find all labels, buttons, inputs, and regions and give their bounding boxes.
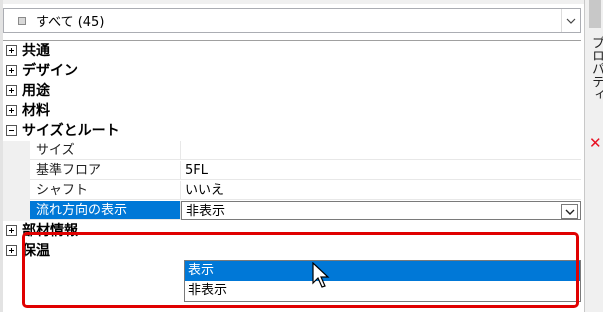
category-label: 共通 bbox=[22, 43, 50, 59]
expand-icon[interactable] bbox=[6, 105, 17, 116]
category-label: デザイン bbox=[22, 63, 78, 79]
category-row-insulation[interactable]: 保温 bbox=[3, 241, 581, 261]
property-name: 流れ方向の表示 bbox=[30, 201, 181, 220]
category-row-design[interactable]: デザイン bbox=[3, 61, 581, 81]
category-row-size-route[interactable]: サイズとルート bbox=[3, 121, 581, 141]
combo-value: 非表示 bbox=[186, 204, 226, 219]
combo-dropdown-button[interactable] bbox=[561, 204, 578, 219]
category-row-member-info[interactable]: 部材情報 bbox=[3, 221, 581, 241]
category-row-usage[interactable]: 用途 bbox=[3, 81, 581, 101]
flow-direction-dropdown-list[interactable]: 表示 非表示 bbox=[184, 260, 581, 302]
category-row-common[interactable]: 共通 bbox=[3, 41, 581, 61]
row-gutter bbox=[3, 181, 30, 201]
panel-pin-bar[interactable] bbox=[589, 0, 601, 28]
properties-side-panel: プロパティ ✕ bbox=[584, 0, 603, 312]
category-row-material[interactable]: 材料 bbox=[3, 101, 581, 121]
dropdown-option-hide[interactable]: 非表示 bbox=[185, 281, 580, 301]
property-row-shaft[interactable]: シャフト いいえ bbox=[3, 181, 581, 201]
filter-text: すべて (45) bbox=[36, 15, 105, 30]
category-label: 部材情報 bbox=[22, 223, 78, 239]
dropdown-option-show[interactable]: 表示 bbox=[185, 261, 580, 281]
property-row-size[interactable]: サイズ bbox=[3, 141, 581, 161]
property-name: 基準フロア bbox=[30, 161, 181, 180]
property-value[interactable] bbox=[181, 141, 581, 160]
row-gutter bbox=[3, 201, 30, 221]
side-panel-title[interactable]: プロパティ bbox=[587, 36, 603, 101]
collapse-icon[interactable] bbox=[6, 125, 17, 136]
filter-dropdown-button[interactable] bbox=[561, 9, 580, 32]
flow-direction-combo[interactable]: 非表示 bbox=[181, 201, 581, 220]
property-name: サイズ bbox=[30, 141, 181, 160]
property-value[interactable]: いいえ bbox=[181, 181, 581, 200]
property-row-base-floor[interactable]: 基準フロア 5FL bbox=[3, 161, 581, 181]
chevron-down-icon bbox=[566, 18, 576, 24]
mouse-cursor-icon bbox=[312, 262, 330, 288]
category-label: 用途 bbox=[22, 83, 50, 99]
category-label: サイズとルート bbox=[22, 123, 120, 139]
row-gutter bbox=[3, 141, 30, 161]
category-filter-combo[interactable]: すべて (45) bbox=[3, 8, 581, 33]
expand-icon[interactable] bbox=[6, 245, 17, 256]
expand-icon[interactable] bbox=[6, 65, 17, 76]
chevron-down-icon bbox=[565, 209, 574, 215]
window-top-edge bbox=[0, 0, 603, 4]
property-name: シャフト bbox=[30, 181, 181, 200]
expand-icon[interactable] bbox=[6, 85, 17, 96]
expand-icon[interactable] bbox=[6, 45, 17, 56]
close-icon[interactable]: ✕ bbox=[589, 134, 602, 152]
category-label: 保温 bbox=[22, 243, 50, 259]
property-value[interactable]: 5FL bbox=[181, 161, 581, 180]
expand-icon[interactable] bbox=[6, 225, 17, 236]
filter-icon bbox=[18, 16, 26, 25]
category-label: 材料 bbox=[22, 103, 50, 119]
row-gutter bbox=[3, 161, 30, 181]
property-row-flow-direction[interactable]: 流れ方向の表示 非表示 bbox=[3, 201, 581, 221]
